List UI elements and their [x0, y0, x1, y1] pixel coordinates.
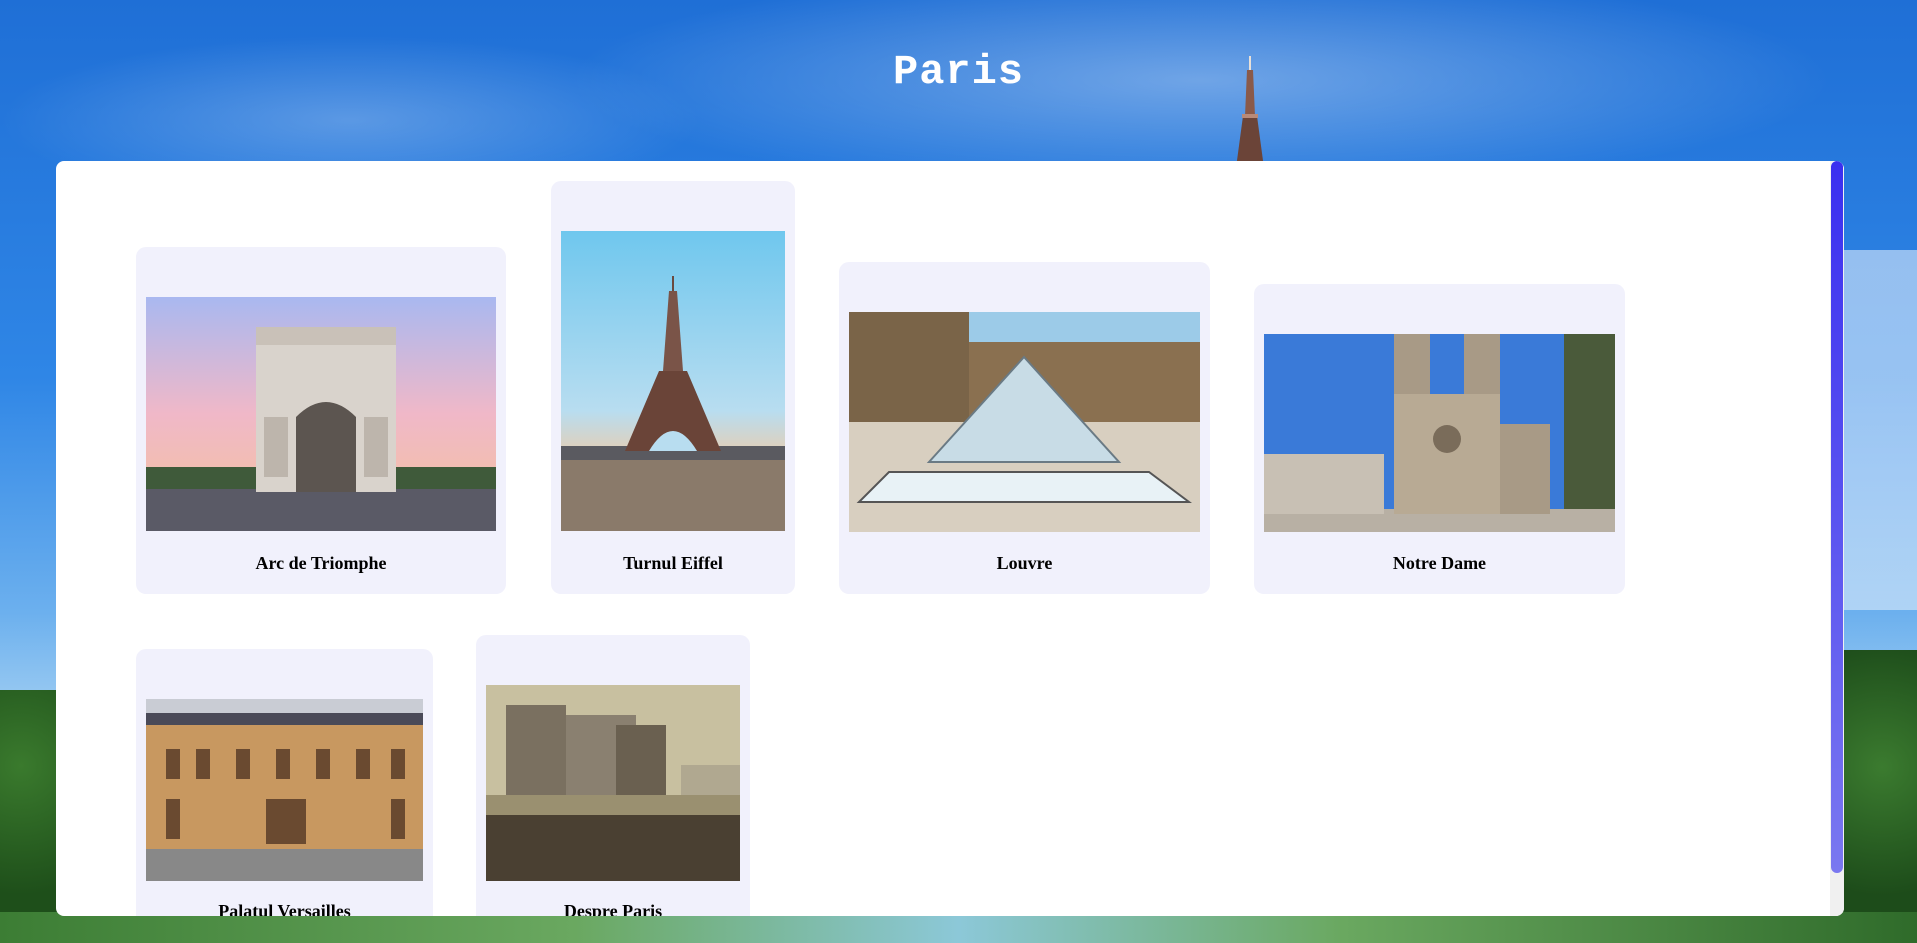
background-clouds	[1840, 250, 1917, 610]
attraction-card-arc-de-triomphe[interactable]: Arc de Triomphe	[136, 247, 506, 594]
gallery-panel: Arc de Triomphe Turnul Eiffel Louvre Not…	[56, 161, 1844, 916]
louvre-photo	[849, 312, 1200, 532]
arc-de-triomphe-photo	[146, 297, 496, 531]
attraction-name: Turnul Eiffel	[623, 553, 723, 573]
eiffel-tower-photo	[561, 231, 785, 531]
notre-dame-photo	[1264, 334, 1615, 532]
attraction-name: Notre Dame	[1392, 553, 1487, 573]
vertical-scrollbar[interactable]	[1830, 161, 1844, 916]
attraction-card-notre-dame[interactable]: Notre Dame	[1254, 284, 1625, 594]
attraction-name: Palatul Versailles	[218, 901, 351, 916]
attraction-name: Louvre	[996, 553, 1053, 573]
attraction-name: Arc de Triomphe	[255, 553, 387, 573]
attraction-card-eiffel-tower[interactable]: Turnul Eiffel	[551, 181, 795, 594]
attraction-name: Despre Paris	[563, 901, 663, 916]
versailles-palace-photo	[146, 699, 423, 881]
attraction-card-versailles[interactable]: Palatul Versailles	[136, 649, 433, 916]
scrollbar-thumb[interactable]	[1831, 161, 1843, 873]
background-garden	[0, 912, 1917, 943]
attraction-card-despre-paris[interactable]: Despre Paris	[476, 635, 750, 916]
page-title: Paris	[892, 48, 1025, 96]
bastille-painting-photo	[486, 685, 740, 881]
attraction-card-louvre[interactable]: Louvre	[839, 262, 1210, 594]
